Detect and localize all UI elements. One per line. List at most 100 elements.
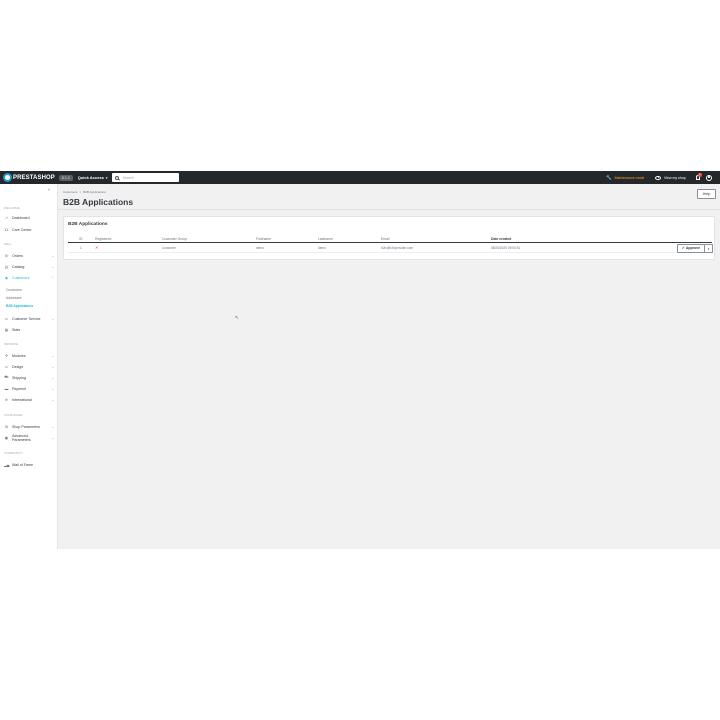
chevron-down-icon: ⌄ — [51, 316, 54, 321]
sidebar-item-label: Customer Service — [12, 316, 41, 321]
sidebar-item-label: Wall of Fame — [12, 462, 34, 467]
breadcrumb: Customers > B2B Applications — [63, 190, 108, 194]
page-title: B2B Applications — [63, 197, 134, 207]
chart-bars-icon: ▂▄ — [4, 462, 10, 467]
admin-app: PRESTASHOP 8.1.2 Quick Access ▾ Search 🔧… — [0, 171, 720, 549]
cart-icon: ⊞ — [4, 253, 8, 258]
maintenance-label: Maintenance mode — [614, 175, 645, 180]
section-sell: Sell — [4, 242, 12, 246]
sidebar-item-customers[interactable]: ◉ Customers ⌃ — [4, 274, 54, 281]
sidebar-item-label: Advanced Parameters — [12, 434, 31, 442]
version-badge: 8.1.2 — [58, 174, 73, 181]
sidebar-item-label: Stats — [12, 327, 21, 332]
cell-lastname: demo — [318, 246, 326, 250]
chevron-down-icon: ⌄ — [51, 386, 54, 391]
sidebar-item-label: International — [12, 397, 32, 402]
column-registered[interactable]: Registered — [95, 237, 111, 241]
sidebar-subitem-addresses[interactable]: Addresses — [6, 296, 22, 300]
section-configure: Configure — [4, 413, 23, 417]
sidebar-item-dashboard[interactable]: ↗ Dashboard — [4, 214, 54, 221]
sidebar-item-payment[interactable]: ▬ Payment ⌄ — [4, 385, 54, 392]
sidebar-item-care-center[interactable]: ☊ Care Center — [4, 226, 54, 233]
desktop-icon: ▭ — [4, 364, 9, 369]
chevron-down-icon: ⌄ — [51, 353, 54, 358]
logo-text: PRESTASHOP — [13, 174, 55, 181]
sidebar-item-shipping[interactable]: ⛟ Shipping ⌄ — [4, 374, 54, 381]
chevron-down-icon: ⌄ — [51, 436, 54, 441]
globe-icon: ⊕ — [4, 397, 8, 402]
search-bar[interactable]: Search — [111, 173, 179, 182]
notification-badge: 1 — [698, 173, 702, 177]
sidebar-item-international[interactable]: ⊕ International ⌄ — [4, 396, 54, 403]
chevron-up-icon: ⌃ — [51, 275, 54, 280]
close-icon: ✕ — [95, 245, 99, 250]
sidebar-item-label: Payment — [12, 386, 27, 391]
breadcrumb-current: B2B Applications — [83, 190, 106, 194]
credit-card-icon: ▬ — [4, 386, 9, 391]
sidebar-item-label: Design — [12, 364, 24, 369]
account-circle-icon: ◉ — [4, 275, 9, 280]
approve-label: Approve — [685, 246, 701, 251]
column-date-created[interactable]: Date created — [491, 237, 511, 241]
chat-icon: ▭ — [4, 316, 9, 321]
view-shop-link[interactable]: View my shop — [655, 171, 686, 184]
header-divider — [58, 209, 720, 210]
section-improve: Improve — [4, 342, 19, 346]
cell-email: b2b@b2bprovider.com — [381, 246, 414, 250]
prestashop-logo-icon — [3, 173, 12, 182]
table-row: 1 ✕ Customer demo demo b2b@b2bprovider.c… — [68, 243, 713, 253]
row-actions-dropdown[interactable]: ▾ — [705, 244, 713, 253]
search-icon[interactable] — [114, 175, 119, 180]
sidebar-item-customer-service[interactable]: ▭ Customer Service ⌄ — [4, 315, 54, 322]
chevron-down-icon: ⌄ — [51, 253, 54, 258]
sidebar-item-wall-of-fame[interactable]: ▂▄ Wall of Fame — [4, 461, 54, 468]
cell-firstname: demo — [256, 246, 264, 250]
b2b-applications-card: B2B Applications ID Registered Customer … — [63, 216, 715, 260]
prestashop-logo[interactable]: PRESTASHOP — [3, 171, 55, 184]
caret-down-icon: ▾ — [707, 247, 710, 251]
store-icon: ▤ — [4, 264, 9, 269]
approve-button[interactable]: ✔ Approve — [677, 244, 705, 253]
quick-access-button[interactable]: Quick Access ▾ — [78, 175, 108, 180]
column-email[interactable]: Email — [381, 237, 389, 241]
assessment-icon: ▦ — [4, 327, 9, 332]
sidebar-item-design[interactable]: ▭ Design ⌄ — [4, 363, 54, 370]
sidebar-item-modules[interactable]: ✣ Modules ⌄ — [4, 352, 54, 359]
column-id[interactable]: ID — [79, 237, 82, 241]
cell-date-created: 08/25/2025 09:00:51 — [491, 246, 521, 250]
cell-customer-group: Customer — [162, 246, 176, 250]
collapse-sidebar-icon[interactable]: « — [48, 187, 50, 192]
view-shop-label: View my shop — [664, 175, 686, 180]
sidebar-item-stats[interactable]: ▦ Stats — [4, 326, 54, 333]
column-lastname[interactable]: Lastname — [318, 237, 333, 241]
headset-icon: ☊ — [4, 227, 9, 232]
sidebar-item-label: Shop Parameters — [12, 424, 40, 429]
truck-icon: ⛟ — [4, 375, 9, 379]
quick-access-label: Quick Access — [77, 175, 104, 180]
sidebar-subitem-b2b-applications[interactable]: B2B Applications — [6, 304, 33, 308]
breadcrumb-separator: > — [79, 190, 82, 194]
gear-icon: ⚙ — [4, 424, 9, 429]
column-customer-group[interactable]: Customer Group — [162, 237, 187, 241]
sidebar-item-advanced-parameters[interactable]: ▣ Advanced Parameters ⌄ — [4, 434, 54, 444]
chevron-down-icon: ⌄ — [51, 397, 54, 402]
help-button[interactable]: Help — [697, 189, 716, 199]
user-account-icon[interactable] — [706, 174, 712, 181]
search-input[interactable]: Search — [123, 176, 134, 180]
settings-applications-icon: ▣ — [4, 436, 9, 441]
cell-id: 1 — [80, 246, 82, 250]
column-firstname[interactable]: Firstname — [256, 237, 271, 241]
notifications-button[interactable]: 1 — [696, 173, 702, 180]
section-welcome: Welcome — [4, 206, 20, 210]
trending-up-icon: ↗ — [4, 215, 8, 220]
sidebar-item-label: Dashboard — [12, 215, 30, 220]
check-icon: ✔ — [681, 246, 685, 251]
maintenance-mode-link[interactable]: 🔧 Maintenance mode — [606, 171, 644, 184]
mouse-cursor-icon: ↖ — [235, 315, 240, 321]
sidebar-item-label: Shipping — [12, 375, 26, 380]
sidebar-subitem-customers[interactable]: Customers — [6, 288, 22, 292]
sidebar-item-catalog[interactable]: ▤ Catalog ⌄ — [4, 263, 54, 270]
sidebar-item-orders[interactable]: ⊞ Orders ⌄ — [4, 252, 54, 259]
breadcrumb-customers[interactable]: Customers — [63, 190, 78, 194]
sidebar-item-shop-parameters[interactable]: ⚙ Shop Parameters ⌄ — [4, 423, 54, 430]
